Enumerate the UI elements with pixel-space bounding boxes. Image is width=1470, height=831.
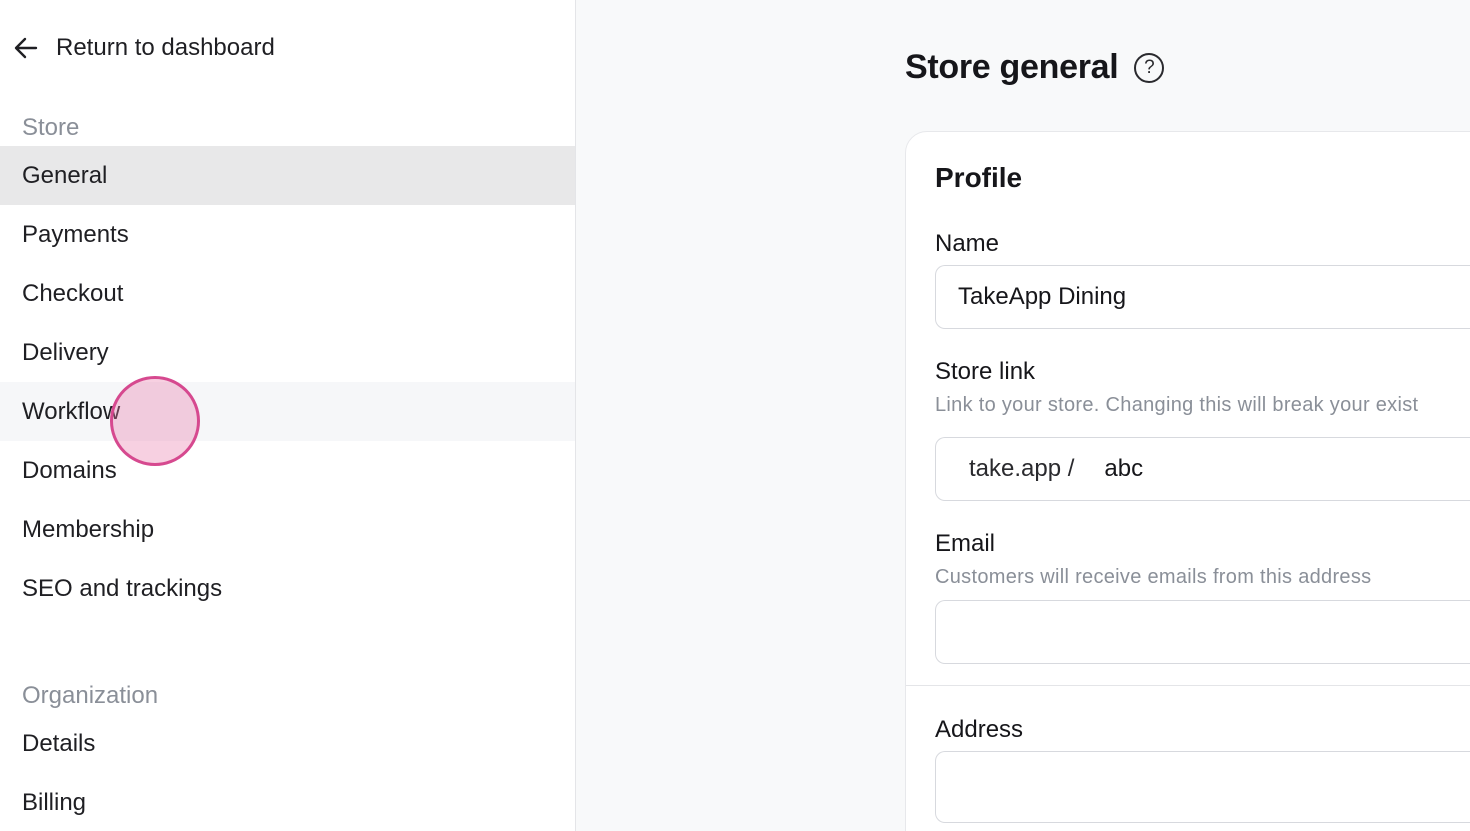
sidebar-item-payments[interactable]: Payments bbox=[0, 205, 575, 264]
store-link-input-value: abc bbox=[1104, 455, 1144, 482]
sidebar-item-general[interactable]: General bbox=[0, 146, 575, 205]
profile-card-title: Profile bbox=[935, 162, 1023, 193]
name-input[interactable]: TakeApp Dining bbox=[935, 265, 1470, 329]
return-to-dashboard-link[interactable]: Return to dashboard bbox=[12, 30, 275, 66]
page-title: Store general bbox=[905, 48, 1119, 86]
store-link-input[interactable]: take.app / abc bbox=[935, 437, 1470, 501]
profile-card: Profile Name TakeApp Dining Store link L… bbox=[905, 131, 1470, 831]
sidebar-item-membership[interactable]: Membership bbox=[0, 500, 575, 559]
page-header: Store general ? bbox=[905, 48, 1165, 87]
sidebar-item-domains[interactable]: Domains bbox=[0, 441, 575, 500]
arrow-left-icon bbox=[12, 34, 40, 62]
card-divider bbox=[906, 685, 1470, 686]
organization-section-label: Organization bbox=[22, 682, 159, 709]
sidebar: Return to dashboard Store General Paymen… bbox=[0, 0, 576, 831]
email-field-label: Email bbox=[935, 530, 996, 557]
sidebar-item-seo-and-trackings[interactable]: SEO and trackings bbox=[0, 559, 575, 618]
sidebar-item-workflow[interactable]: Workflow bbox=[0, 382, 575, 441]
sidebar-item-billing[interactable]: Billing bbox=[0, 773, 575, 831]
store-link-help-text: Link to your store. Changing this will b… bbox=[935, 394, 1419, 416]
sidebar-item-delivery[interactable]: Delivery bbox=[0, 323, 575, 382]
store-nav-list: General Payments Checkout Delivery Workf… bbox=[0, 146, 575, 618]
store-link-prefix: take.app / bbox=[969, 455, 1075, 482]
name-input-value: TakeApp Dining bbox=[958, 283, 1127, 310]
address-input[interactable] bbox=[935, 751, 1470, 823]
return-to-dashboard-label: Return to dashboard bbox=[56, 34, 275, 61]
store-section-label: Store bbox=[22, 114, 80, 141]
store-link-field-label: Store link bbox=[935, 358, 1036, 385]
address-field-label: Address bbox=[935, 716, 1024, 743]
app-window: Return to dashboard Store General Paymen… bbox=[0, 0, 1470, 831]
help-icon[interactable]: ? bbox=[1134, 52, 1165, 83]
name-field-label: Name bbox=[935, 230, 1000, 257]
organization-nav-list: Details Billing bbox=[0, 714, 575, 831]
email-input[interactable] bbox=[935, 600, 1470, 664]
main-content: Store general ? Profile Name TakeApp Din… bbox=[576, 0, 1470, 831]
email-help-text: Customers will receive emails from this … bbox=[935, 566, 1372, 588]
sidebar-item-checkout[interactable]: Checkout bbox=[0, 264, 575, 323]
sidebar-item-details[interactable]: Details bbox=[0, 714, 575, 773]
